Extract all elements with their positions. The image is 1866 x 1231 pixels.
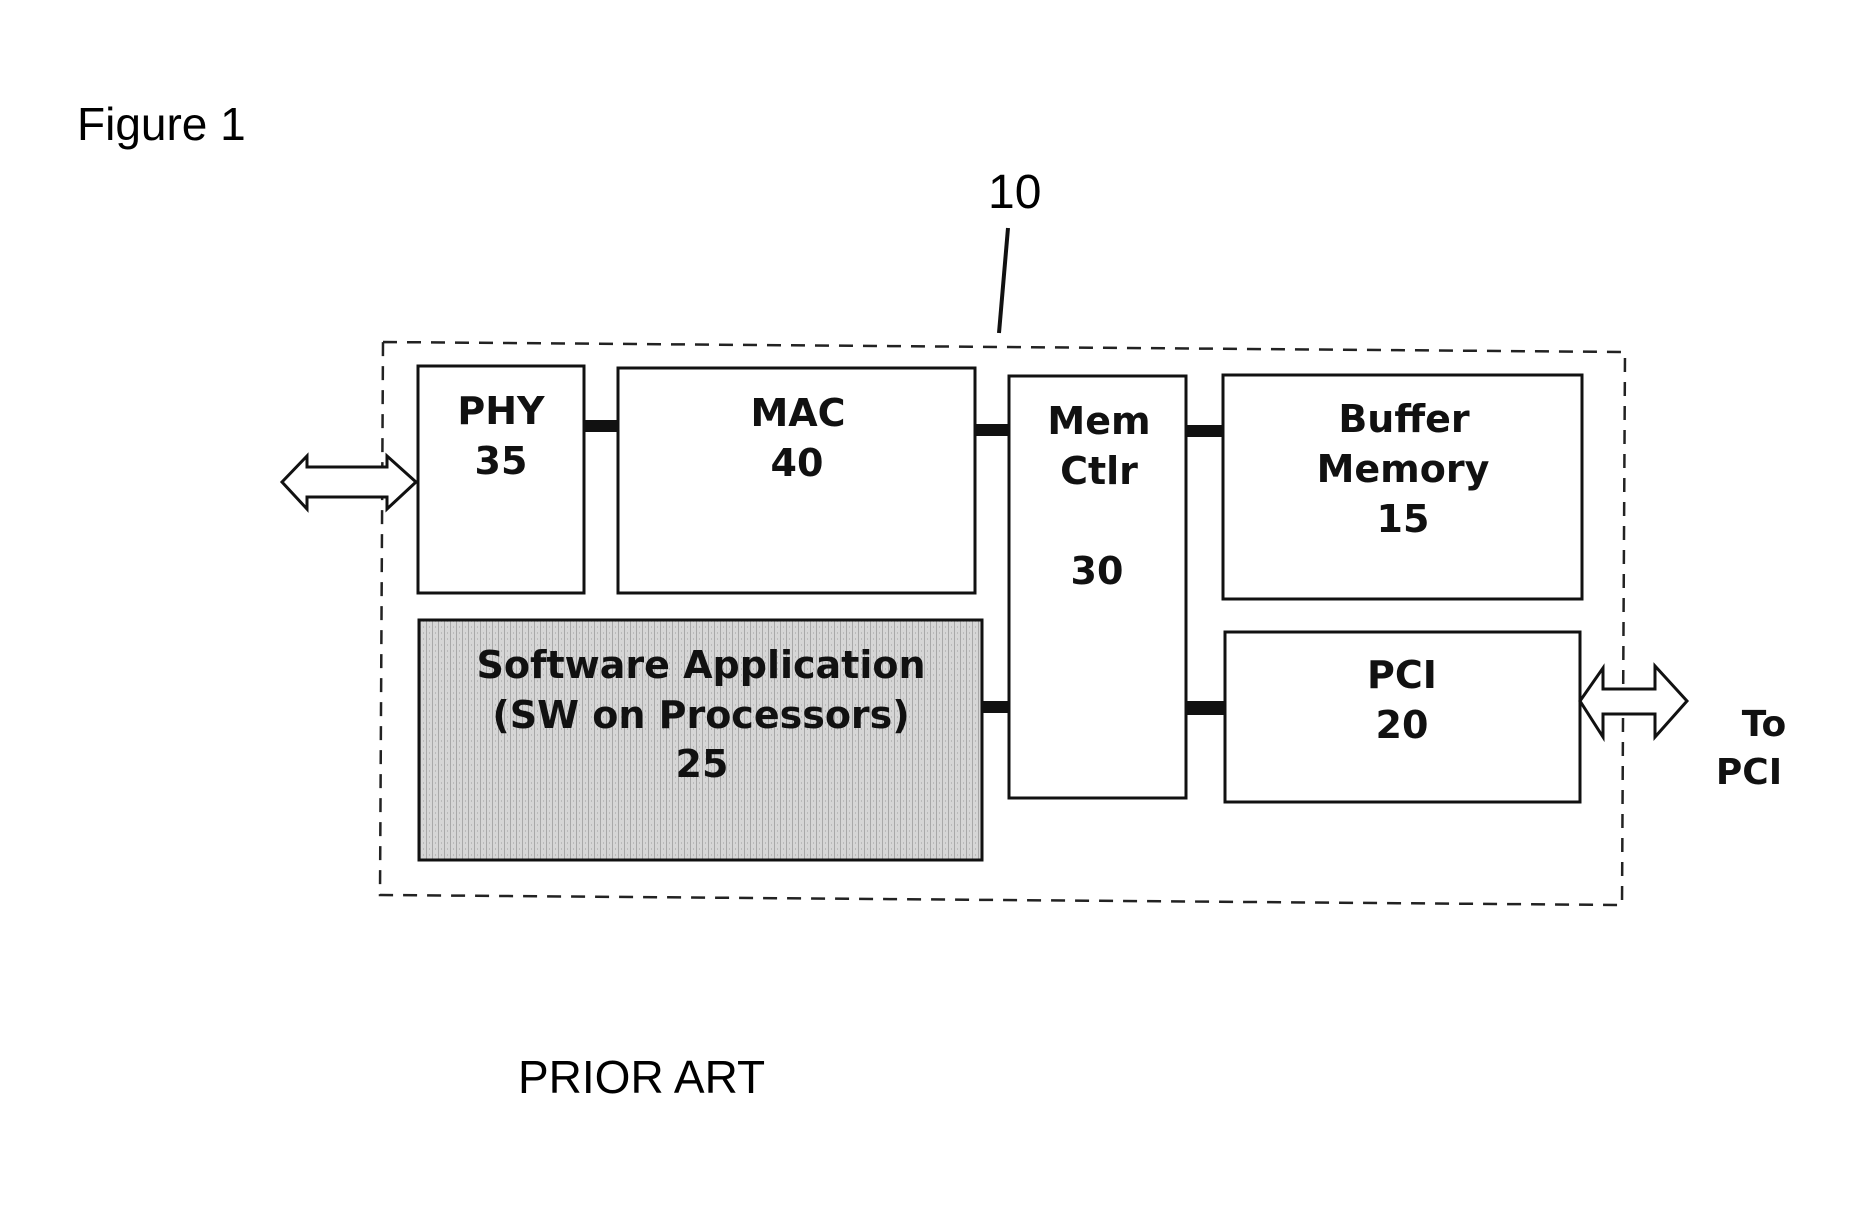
pci-block[interactable]: PCI 20 (1223, 630, 1582, 804)
mem-ctlr-label-line2: Ctlr (1060, 449, 1138, 493)
mac-numeral: 40 (771, 441, 824, 485)
phy-numeral: 35 (475, 439, 528, 483)
to-pci-label-line2: PCI (1716, 752, 1782, 793)
pci-bidirectional-arrow-icon (1578, 662, 1690, 743)
bus-phy-mac (584, 420, 618, 432)
software-application-label-line1: Software Application (476, 643, 925, 687)
bus-mac-memctlr (975, 424, 1009, 436)
buffer-memory-label-line2: Memory (1317, 447, 1490, 491)
network-bidirectional-arrow-icon (279, 452, 419, 513)
buffer-memory-block[interactable]: Buffer Memory 15 (1221, 373, 1584, 601)
phy-block[interactable]: PHY 35 (416, 364, 586, 595)
pci-numeral: 20 (1376, 703, 1429, 747)
buffer-memory-numeral: 15 (1377, 497, 1430, 541)
figure-title: Figure 1 (77, 98, 246, 150)
software-application-label-line2: (SW on Processors) (492, 693, 909, 737)
software-application-block[interactable]: Software Application (SW on Processors) … (417, 618, 984, 862)
software-application-numeral: 25 (676, 742, 729, 786)
mem-ctlr-label-line1: Mem (1047, 399, 1150, 443)
buffer-memory-label-line1: Buffer (1338, 397, 1470, 441)
mem-ctlr-numeral: 30 (1071, 549, 1124, 593)
to-pci-label-line1: To (1742, 704, 1787, 745)
mem-ctlr-block[interactable]: Mem Ctlr 30 (1007, 374, 1188, 800)
bus-swapp-memctlr (982, 701, 1009, 713)
phy-label: PHY (457, 389, 545, 433)
reference-leader-line (997, 227, 1010, 334)
mac-label: MAC (750, 391, 845, 435)
pci-label: PCI (1367, 653, 1437, 697)
prior-art-caption: PRIOR ART (518, 1051, 765, 1103)
bus-memctlr-buffer (1186, 425, 1223, 437)
mac-block[interactable]: MAC 40 (616, 366, 977, 595)
block-diagram: Figure 1 10 PHY 35 MAC 40 Mem Ctlr 30 Bu… (77, 98, 1787, 1103)
reference-numeral-10: 10 (988, 166, 1041, 219)
bus-memctlr-pci (1186, 701, 1225, 715)
